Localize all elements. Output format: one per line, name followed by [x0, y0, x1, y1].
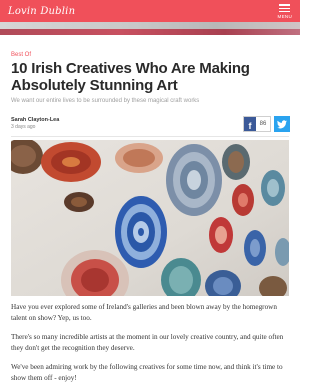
article-title: 10 Irish Creatives Who Are Making Absolu…	[11, 60, 250, 94]
publish-date: 3 days ago	[11, 124, 36, 130]
author-name[interactable]: Sarah Clayton-Lea	[11, 117, 59, 123]
share-buttons: f 86	[243, 116, 290, 132]
menu-button[interactable]: MENU	[278, 3, 292, 19]
divider	[11, 136, 289, 137]
menu-label: MENU	[277, 13, 292, 19]
site-logo[interactable]: Lovin Dublin	[8, 6, 75, 17]
article-hero-image	[11, 140, 289, 296]
twitter-share-button[interactable]	[274, 116, 290, 132]
facebook-share-button[interactable]: f 86	[243, 116, 271, 132]
twitter-icon	[277, 119, 287, 128]
article-paragraph-2: There's so many incredible artists at th…	[11, 333, 284, 352]
top-navigation-bar: Lovin Dublin MENU	[0, 0, 300, 22]
article-paragraph-1: Have you ever explored some of Ireland's…	[11, 303, 277, 322]
article-paragraph-3: We've been admiring work by the followin…	[11, 363, 283, 382]
article-category[interactable]: Best Of	[11, 52, 31, 58]
ceramic-plates-artwork	[11, 140, 289, 296]
header-banner-image	[0, 22, 300, 35]
facebook-icon: f	[244, 117, 256, 131]
hamburger-menu-icon	[279, 4, 291, 13]
article-subtitle: We want our entire lives to be surrounde…	[11, 98, 200, 104]
facebook-share-count: 86	[259, 121, 267, 127]
